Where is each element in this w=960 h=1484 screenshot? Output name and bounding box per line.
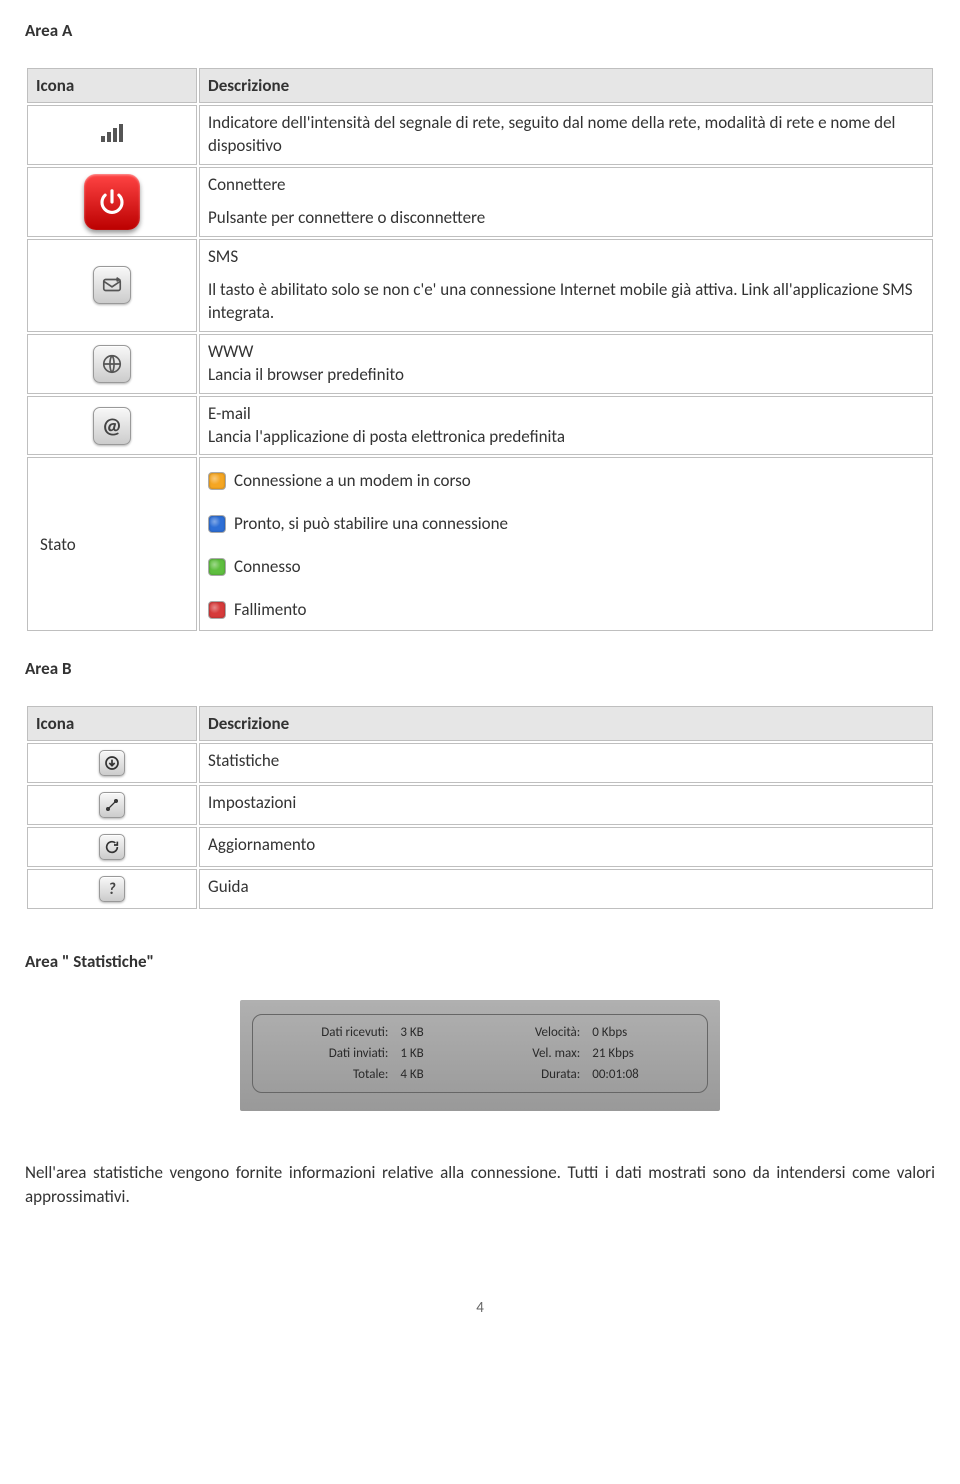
www-desc: Lancia il browser predefinito	[208, 364, 404, 385]
stats-maxspeed-label: Vel. max:	[482, 1046, 580, 1061]
sms-icon	[93, 266, 131, 304]
at-icon: @	[93, 407, 131, 445]
download-arrow-icon	[99, 750, 125, 776]
email-title: E-mail	[208, 403, 251, 424]
row-update: Aggiornamento	[27, 827, 933, 867]
col-icon: Icona	[27, 68, 197, 103]
area-a-table: Icona Descrizione Indicatore dell'intens…	[25, 66, 935, 633]
stats-duration-label: Durata:	[482, 1067, 580, 1082]
stats-desc: Statistiche	[199, 743, 933, 783]
stato-label: Stato	[27, 457, 197, 631]
connect-title: Connettere	[208, 174, 924, 197]
email-desc: Lancia l'applicazione di posta elettroni…	[208, 426, 565, 447]
area-b-table: Icona Descrizione Statistiche	[25, 704, 935, 911]
help-desc: Guida	[199, 869, 933, 909]
connect-desc: Pulsante per connettere o disconnettere	[208, 207, 924, 230]
page-number: 4	[25, 1299, 935, 1317]
area-b-heading: Area B	[25, 658, 935, 679]
signal-icon	[101, 122, 123, 142]
refresh-icon	[99, 834, 125, 860]
status-dot-connecting-icon	[208, 472, 226, 490]
row-settings: Impostazioni	[27, 785, 933, 825]
row-email: @ E-mail Lancia l'applicazione di posta …	[27, 396, 933, 456]
stats-sent-label: Dati inviati:	[271, 1046, 388, 1061]
stats-body-text: Nell'area statistiche vengono fornite in…	[25, 1161, 935, 1209]
stats-speed-label: Velocità:	[482, 1025, 580, 1040]
col-icon-b: Icona	[27, 706, 197, 741]
stats-panel: Dati ricevuti: 3 KB Velocità: 0 Kbps Dat…	[240, 1000, 720, 1111]
settings-desc: Impostazioni	[199, 785, 933, 825]
stats-maxspeed-value: 21 Kbps	[588, 1046, 689, 1061]
stats-received-label: Dati ricevuti:	[271, 1025, 388, 1040]
stats-received-value: 3 KB	[396, 1025, 474, 1040]
row-connect: Connettere Pulsante per connettere o dis…	[27, 167, 933, 237]
www-title: WWW	[208, 341, 253, 362]
area-a-heading: Area A	[25, 20, 935, 41]
row-www: WWW Lancia il browser predefinito	[27, 334, 933, 394]
status-dot-failed-icon	[208, 601, 226, 619]
row-help: ? Guida	[27, 869, 933, 909]
tools-icon	[99, 792, 125, 818]
update-desc: Aggiornamento	[199, 827, 933, 867]
globe-icon	[93, 345, 131, 383]
status-failed: Fallimento	[234, 599, 307, 620]
stats-duration-value: 00:01:08	[588, 1067, 689, 1082]
area-stats-heading: Area " Statistiche"	[25, 951, 935, 972]
col-desc: Descrizione	[199, 68, 933, 103]
row-stato: Stato Connessione a un modem in corso Pr…	[27, 457, 933, 631]
status-connected: Connesso	[234, 556, 301, 577]
signal-desc: Indicatore dell'intensità del segnale di…	[208, 112, 924, 158]
sms-title: SMS	[208, 246, 924, 269]
question-icon: ?	[99, 876, 125, 902]
stats-total-label: Totale:	[271, 1067, 388, 1082]
status-ready: Pronto, si può stabilire una connessione	[234, 513, 508, 534]
power-icon	[84, 174, 140, 230]
stats-total-value: 4 KB	[396, 1067, 474, 1082]
row-stats: Statistiche	[27, 743, 933, 783]
row-signal: Indicatore dell'intensità del segnale di…	[27, 105, 933, 165]
status-dot-ready-icon	[208, 515, 226, 533]
stats-speed-value: 0 Kbps	[588, 1025, 689, 1040]
col-desc-b: Descrizione	[199, 706, 933, 741]
row-sms: SMS Il tasto è abilitato solo se non c'e…	[27, 239, 933, 332]
status-dot-connected-icon	[208, 558, 226, 576]
stats-sent-value: 1 KB	[396, 1046, 474, 1061]
status-connecting: Connessione a un modem in corso	[234, 470, 471, 491]
sms-desc: Il tasto è abilitato solo se non c'e' un…	[208, 279, 924, 325]
